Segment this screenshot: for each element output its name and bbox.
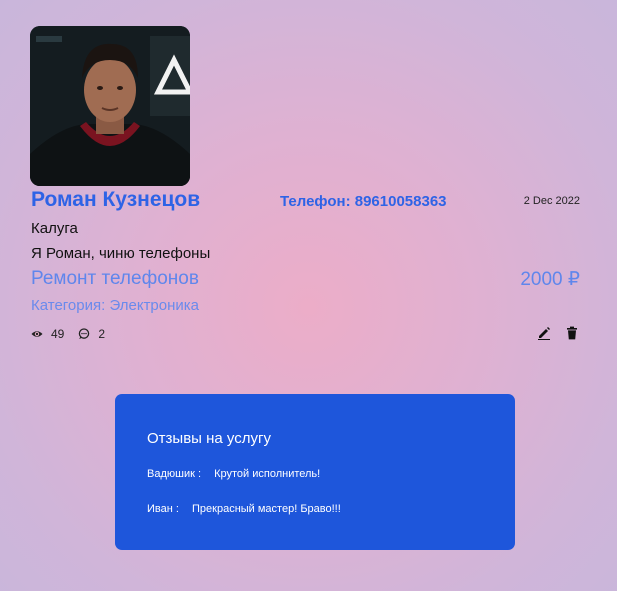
review-item: Вадюшик : Крутой исполнитель! bbox=[147, 468, 320, 480]
trash-icon[interactable] bbox=[565, 326, 579, 340]
service-category: Категория: Электроника bbox=[31, 297, 200, 314]
service-price: 2000 ₽ bbox=[520, 269, 580, 290]
review-author: Иван : bbox=[147, 503, 179, 515]
avatar bbox=[30, 26, 190, 186]
eye-icon bbox=[31, 328, 43, 340]
views-count: 49 bbox=[51, 327, 65, 341]
avatar-photo bbox=[30, 26, 190, 186]
post-date: 2 Dec 2022 bbox=[523, 195, 580, 207]
reviews-title: Отзывы на услугу bbox=[147, 430, 271, 447]
review-author: Вадюшик : bbox=[147, 468, 202, 480]
comment-icon bbox=[78, 328, 90, 340]
profile-description: Я Роман, чиню телефоны bbox=[31, 245, 211, 262]
review-text: Крутой исполнитель! bbox=[214, 468, 321, 480]
profile-city: Калуга bbox=[31, 220, 78, 237]
comments-count: 2 bbox=[98, 327, 106, 341]
profile-name: Роман Кузнецов bbox=[31, 188, 201, 211]
service-actions bbox=[537, 326, 579, 340]
reviews-panel: Отзывы на услугу Вадюшик : Крутой исполн… bbox=[115, 394, 515, 550]
service-title: Ремонт телефонов bbox=[31, 268, 199, 289]
phone-number[interactable]: Телефон: 89610058363 bbox=[280, 193, 447, 210]
review-text: Прекрасный мастер! Браво!!! bbox=[192, 503, 341, 515]
pencil-icon[interactable] bbox=[537, 326, 551, 340]
service-stats: 49 2 bbox=[31, 326, 119, 342]
review-item: Иван : Прекрасный мастер! Браво!!! bbox=[147, 503, 341, 515]
